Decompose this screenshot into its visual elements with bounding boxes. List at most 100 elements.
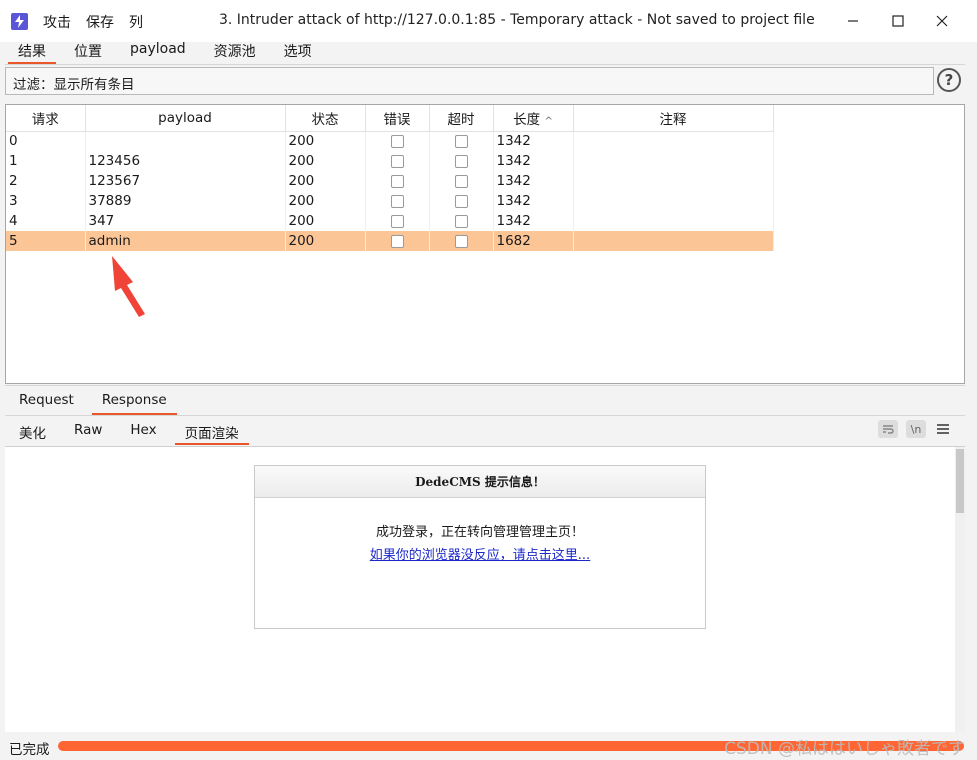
message-tabs-divider (5, 415, 965, 416)
table-row[interactable]: 0 200 1342 (6, 131, 774, 151)
col-comment[interactable]: 注释 (573, 105, 774, 132)
cell-error (365, 131, 430, 151)
cell-payload: admin (85, 231, 286, 251)
menu-icon[interactable] (934, 420, 952, 438)
annotation-arrow-icon (112, 256, 145, 317)
dedecms-redirect-link[interactable]: 如果你的浏览器没反应，请点击这里... (255, 544, 705, 563)
menu-columns[interactable]: 列 (129, 12, 143, 32)
render-view: DedeCMS 提示信息！ 成功登录，正在转向管理管理主页！ 如果你的浏览器没反… (5, 446, 965, 733)
title-bar: 攻击 保存 列 3. Intruder attack of http://127… (0, 0, 977, 42)
dedecms-message-title: DedeCMS 提示信息！ (255, 466, 705, 498)
view-tabs: 美化 Raw Hex 页面渲染 (5, 419, 253, 445)
cell-timeout (429, 171, 494, 191)
cell-comment (573, 151, 774, 171)
filter-bar[interactable]: 过滤：显示所有条目 (5, 67, 934, 95)
col-timeout[interactable]: 超时 (429, 105, 494, 132)
view-toolbar: \n (878, 420, 952, 438)
cell-status: 200 (285, 131, 366, 151)
cell-length: 1342 (493, 211, 574, 231)
cell-length: 1342 (493, 191, 574, 211)
csdn-watermark: CSDN @私ははいしゃ敗者です (724, 739, 965, 759)
cell-payload (85, 131, 286, 151)
render-scroll-thumb[interactable] (956, 449, 964, 513)
col-length-label: 长度 (513, 111, 541, 128)
tabs-divider (5, 64, 965, 65)
cell-status: 200 (285, 231, 366, 251)
timeout-checkbox[interactable] (454, 214, 468, 228)
cell-status: 200 (285, 211, 366, 231)
burp-app-icon (11, 13, 28, 30)
cell-payload: 123456 (85, 151, 286, 171)
close-button[interactable] (927, 10, 957, 32)
cell-timeout (429, 151, 494, 171)
error-checkbox[interactable] (390, 134, 404, 148)
status-bar: 已完成 CSDN @私ははいしゃ敗者です (0, 734, 977, 760)
tab-hex[interactable]: Hex (116, 419, 170, 445)
tab-render[interactable]: 页面渲染 (171, 419, 253, 445)
tab-positions[interactable]: 位置 (60, 38, 116, 64)
menu-attack[interactable]: 攻击 (43, 12, 71, 32)
table-row[interactable]: 5 admin 200 1682 (6, 231, 774, 251)
cell-comment (573, 171, 774, 191)
cell-request: 4 (6, 211, 86, 231)
render-scrollbar[interactable] (955, 447, 965, 733)
tab-pretty[interactable]: 美化 (5, 419, 60, 445)
table-row[interactable]: 3 37889 200 1342 (6, 191, 774, 211)
maximize-button[interactable] (883, 10, 913, 32)
col-error[interactable]: 错误 (365, 105, 430, 132)
newline-icon[interactable]: \n (906, 420, 926, 438)
timeout-checkbox[interactable] (454, 234, 468, 248)
cell-timeout (429, 211, 494, 231)
dedecms-message-box: DedeCMS 提示信息！ 成功登录，正在转向管理管理主页！ 如果你的浏览器没反… (254, 465, 706, 629)
message-tabs: Request Response (5, 389, 181, 415)
col-request[interactable]: 请求 (6, 105, 86, 132)
cell-payload: 347 (85, 211, 286, 231)
close-icon (936, 15, 948, 27)
cell-error (365, 211, 430, 231)
tab-options[interactable]: 选项 (270, 38, 326, 64)
cell-length: 1342 (493, 131, 574, 151)
cell-payload: 123567 (85, 171, 286, 191)
col-length[interactable]: 长度 ^ (493, 105, 574, 132)
table-row[interactable]: 4 347 200 1342 (6, 211, 774, 231)
minimize-button[interactable] (838, 10, 868, 32)
results-grid: 请求 payload 状态 错误 超时 长度 ^ 注释 0 200 1342 1 123… (6, 105, 774, 251)
tab-payloads[interactable]: payload (116, 38, 200, 64)
tab-response[interactable]: Response (88, 389, 181, 415)
table-header: 请求 payload 状态 错误 超时 长度 ^ 注释 (6, 105, 774, 132)
cell-error (365, 231, 430, 251)
wrap-icon[interactable] (878, 420, 898, 438)
timeout-checkbox[interactable] (454, 174, 468, 188)
main-tabs: 结果 位置 payload 资源池 选项 (4, 38, 326, 64)
error-checkbox[interactable] (390, 234, 404, 248)
menu-save[interactable]: 保存 (86, 12, 114, 32)
error-checkbox[interactable] (390, 194, 404, 208)
help-icon[interactable]: ? (937, 68, 961, 92)
cell-error (365, 151, 430, 171)
tab-raw[interactable]: Raw (60, 419, 116, 445)
cell-request: 0 (6, 131, 86, 151)
col-payload[interactable]: payload (85, 105, 286, 132)
timeout-checkbox[interactable] (454, 154, 468, 168)
timeout-checkbox[interactable] (454, 134, 468, 148)
cell-request: 5 (6, 231, 86, 251)
table-row[interactable]: 2 123567 200 1342 (6, 171, 774, 191)
table-body: 0 200 1342 1 123456 200 1342 2 123567 200 1342 3 378… (6, 131, 774, 251)
col-status[interactable]: 状态 (285, 105, 366, 132)
cell-length: 1682 (493, 231, 574, 251)
tab-resource-pool[interactable]: 资源池 (200, 38, 270, 64)
cell-timeout (429, 131, 494, 151)
error-checkbox[interactable] (390, 214, 404, 228)
timeout-checkbox[interactable] (454, 194, 468, 208)
table-row[interactable]: 1 123456 200 1342 (6, 151, 774, 171)
cell-status: 200 (285, 171, 366, 191)
cell-request: 1 (6, 151, 86, 171)
window-title: 3. Intruder attack of http://127.0.0.1:8… (219, 12, 815, 28)
error-checkbox[interactable] (390, 154, 404, 168)
tab-request[interactable]: Request (5, 389, 88, 415)
cell-timeout (429, 191, 494, 211)
error-checkbox[interactable] (390, 174, 404, 188)
cell-status: 200 (285, 151, 366, 171)
tab-results[interactable]: 结果 (4, 38, 60, 64)
status-text: 已完成 (9, 742, 50, 758)
